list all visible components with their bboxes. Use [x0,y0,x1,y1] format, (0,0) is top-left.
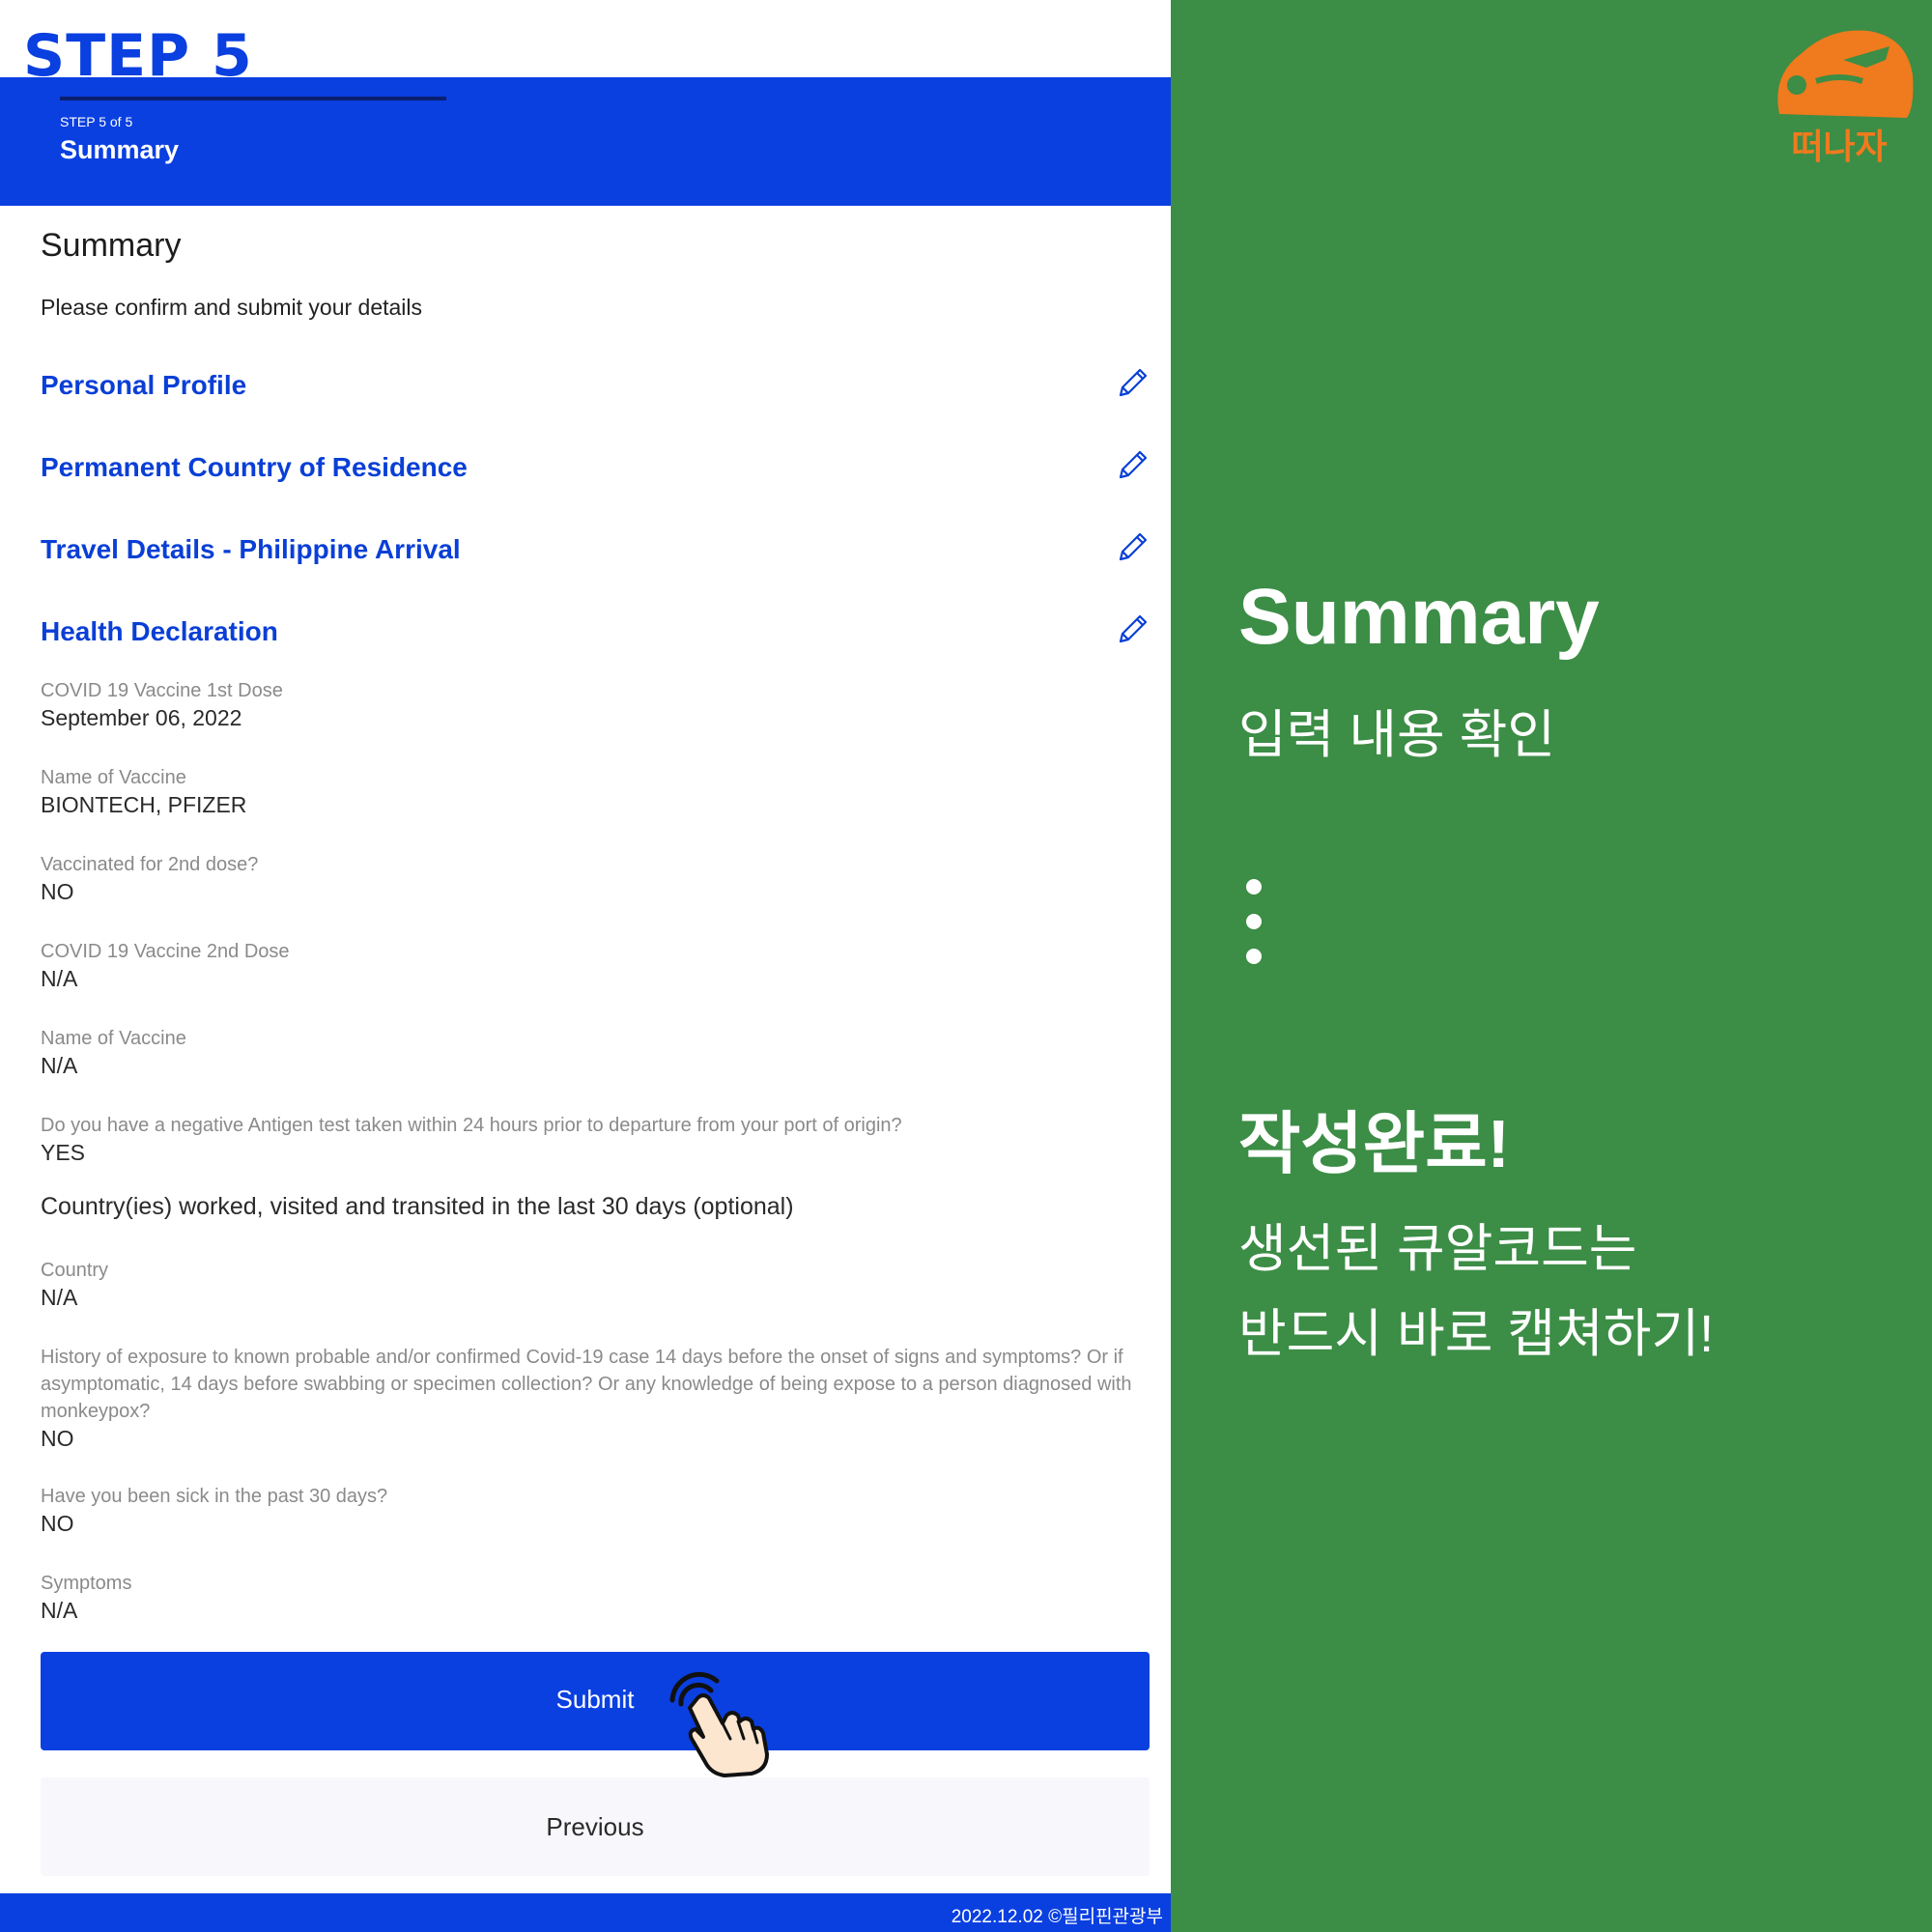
field-answer: N/A [41,1598,78,1623]
footer-band: 2022.12.02 ©필리핀관광부 [0,1893,1171,1932]
field-question: Vaccinated for 2nd dose? [41,854,259,875]
submit-button[interactable]: Submit [41,1652,1150,1750]
brand-logo: 떠나자 [1777,30,1914,162]
submit-button-label: Submit [555,1685,635,1714]
section-label[interactable]: Personal Profile [41,370,246,401]
pencil-icon[interactable] [1113,446,1151,485]
field-antigen-test: Do you have a negative Antigen test take… [41,1112,1151,1166]
credit-text: 2022.12.02 ©필리핀관광부 [951,1907,1163,1927]
section-label[interactable]: Permanent Country of Residence [41,452,468,483]
panel-subtitle: 입력 내용 확인 [1238,706,1556,764]
field-country: Country N/A [41,1257,1151,1311]
countries-heading: Country(ies) worked, visited and transit… [41,1193,794,1220]
field-answer: September 06, 2022 [41,705,242,730]
field-question: Country [41,1260,109,1281]
section-label[interactable]: Health Declaration [41,616,278,647]
previous-button[interactable]: Previous [41,1777,1150,1876]
field-vaccine-1st-dose: COVID 19 Vaccine 1st Dose September 06, … [41,677,1151,731]
field-vaccine-name-2: Name of Vaccine N/A [41,1025,1151,1079]
instruction-line-2: 반드시 바로 캡쳐하기! [1238,1305,1715,1363]
section-travel-details[interactable]: Travel Details - Philippine Arrival [41,523,1151,581]
vertical-ellipsis [1246,879,1265,976]
field-sick-past-30-days: Have you been sick in the past 30 days? … [41,1483,1151,1537]
field-question: COVID 19 Vaccine 1st Dose [41,680,283,701]
summary-heading: Summary [41,227,182,264]
field-question: Symptoms [41,1573,132,1594]
field-answer: BIONTECH, PFIZER [41,792,247,817]
field-answer: N/A [41,1285,78,1310]
section-label[interactable]: Travel Details - Philippine Arrival [41,534,461,565]
field-answer: YES [41,1140,86,1165]
field-vaccinated-2nd-dose: Vaccinated for 2nd dose? NO [41,851,1151,905]
field-question: COVID 19 Vaccine 2nd Dose [41,941,290,962]
field-question: Do you have a negative Antigen test take… [41,1115,902,1136]
tap-hand-icon [669,1671,769,1777]
field-answer: NO [41,1426,74,1451]
pencil-icon[interactable] [1113,528,1151,567]
info-panel: 떠나자 Summary 입력 내용 확인 작성완료! 생선된 큐알코드는 반드시… [1171,0,1932,1932]
progress-bar [60,97,446,100]
section-personal-profile[interactable]: Personal Profile [41,358,1151,416]
field-answer: NO [41,1511,74,1536]
field-question: Name of Vaccine [41,1028,186,1049]
section-health-declaration[interactable]: Health Declaration [41,605,1151,663]
field-vaccine-name: Name of Vaccine BIONTECH, PFIZER [41,764,1151,818]
logo-text: 떠나자 [1791,128,1887,162]
previous-button-label: Previous [546,1812,644,1841]
done-heading: 작성완료! [1238,1106,1510,1181]
page-title: Summary [60,135,180,164]
field-answer: N/A [41,966,78,991]
field-exposure-history: History of exposure to known probable an… [41,1344,1151,1452]
section-permanent-country[interactable]: Permanent Country of Residence [41,440,1151,498]
field-symptoms: Symptoms N/A [41,1570,1151,1624]
pencil-icon[interactable] [1113,364,1151,403]
field-question: History of exposure to known probable an… [41,1347,1132,1422]
field-question: Have you been sick in the past 30 days? [41,1486,388,1507]
field-question: Name of Vaccine [41,767,186,788]
header-band: STEP 5 of 5 Summary [0,77,1171,206]
step-indicator: STEP 5 of 5 [60,114,133,129]
form-panel: STEP 5 STEP 5 of 5 Summary Summary Pleas… [0,0,1171,1932]
field-answer: NO [41,879,74,904]
field-answer: N/A [41,1053,78,1078]
panel-title: Summary [1238,573,1600,661]
instruction-line-1: 생선된 큐알코드는 [1238,1220,1637,1278]
pencil-icon[interactable] [1113,611,1151,649]
field-vaccine-2nd-dose: COVID 19 Vaccine 2nd Dose N/A [41,938,1151,992]
summary-subtitle: Please confirm and submit your details [41,295,423,320]
